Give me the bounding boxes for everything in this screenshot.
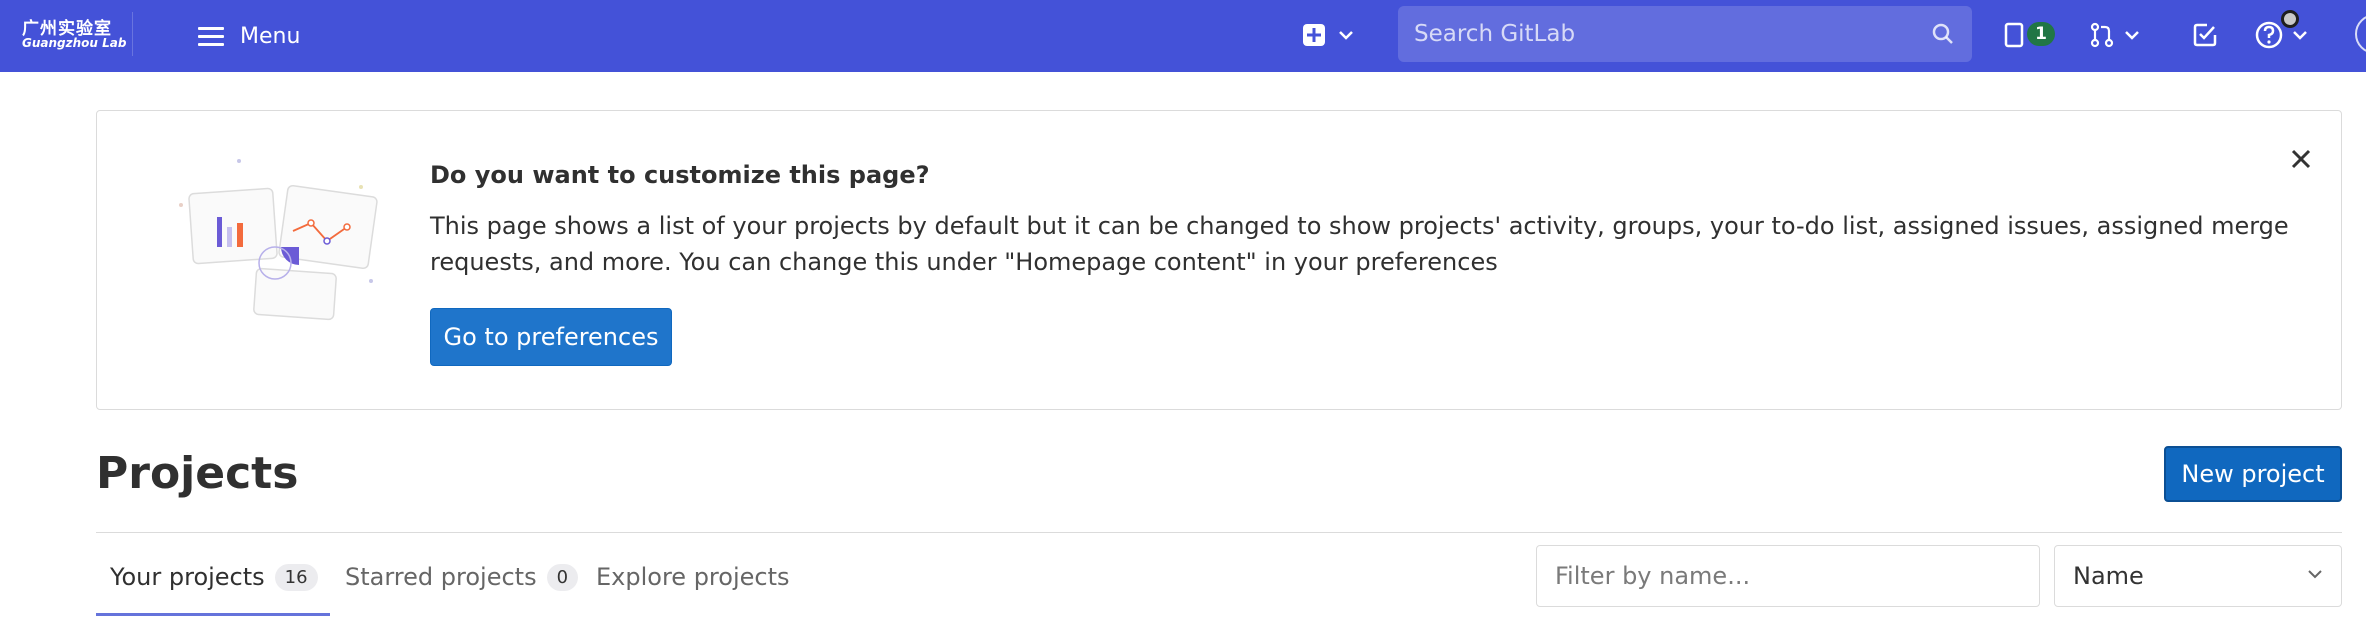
tab-label: Your projects [110,563,265,591]
issues-count-badge: 1 [2027,22,2055,46]
chevron-down-icon [2125,31,2139,40]
chevron-down-icon [2308,570,2322,579]
todo-check-icon [2193,23,2217,47]
page-title: Projects [96,448,299,499]
notification-dot [2281,10,2299,28]
issues-icon [2004,22,2024,48]
callout-title: Do you want to customize this page? [430,161,930,189]
tab-your-projects[interactable]: Your projects 16 [110,548,318,606]
sort-value: Name [2073,562,2144,590]
menu-button[interactable]: Menu [198,18,300,54]
new-project-button[interactable]: New project [2164,446,2342,502]
tab-count-badge: 0 [546,563,579,591]
tab-label: Explore projects [596,563,790,591]
issues-button[interactable] [2004,16,2026,54]
search-input[interactable] [1398,6,1972,62]
hamburger-icon [198,27,224,46]
tabs-divider [96,532,2342,533]
top-navbar: 广州实验室 Guangzhou Lab Menu 1 [0,0,2366,72]
callout-body: This page shows a list of your projects … [430,212,2289,276]
menu-label: Menu [240,23,301,49]
chevron-down-icon [2293,31,2307,40]
dashboard-illustration [179,159,378,321]
chevron-down-icon [1339,31,1353,40]
todos-button[interactable] [2193,16,2217,54]
tab-explore-projects[interactable]: Explore projects [596,548,790,606]
close-callout-button[interactable] [2283,141,2319,177]
logo-english-text: Guangzhou Lab [22,36,127,50]
tab-label: Starred projects [345,563,537,591]
help-icon [2255,21,2283,49]
active-tab-indicator [96,613,330,616]
gitlab-logo[interactable]: 广州实验室 Guangzhou Lab [22,14,132,50]
navbar-divider [132,12,133,56]
merge-requests-dropdown[interactable] [2090,16,2140,54]
customize-homepage-callout: Do you want to customize this page? This… [96,110,2342,410]
filter-input[interactable] [1537,546,2039,606]
tab-count-badge: 16 [274,563,318,591]
search-bar[interactable] [1398,6,1972,62]
sort-dropdown[interactable]: Name [2054,545,2342,607]
go-to-preferences-button[interactable]: Go to preferences [430,308,672,366]
close-icon [2291,149,2311,169]
user-avatar[interactable] [2355,14,2366,54]
tab-starred-projects[interactable]: Starred projects 0 [345,548,579,606]
create-new-dropdown[interactable] [1302,16,1354,54]
search-icon [1932,23,1953,44]
merge-request-icon [2090,22,2114,48]
filter-by-name-field[interactable] [1536,545,2040,607]
plus-square-icon [1303,24,1325,46]
